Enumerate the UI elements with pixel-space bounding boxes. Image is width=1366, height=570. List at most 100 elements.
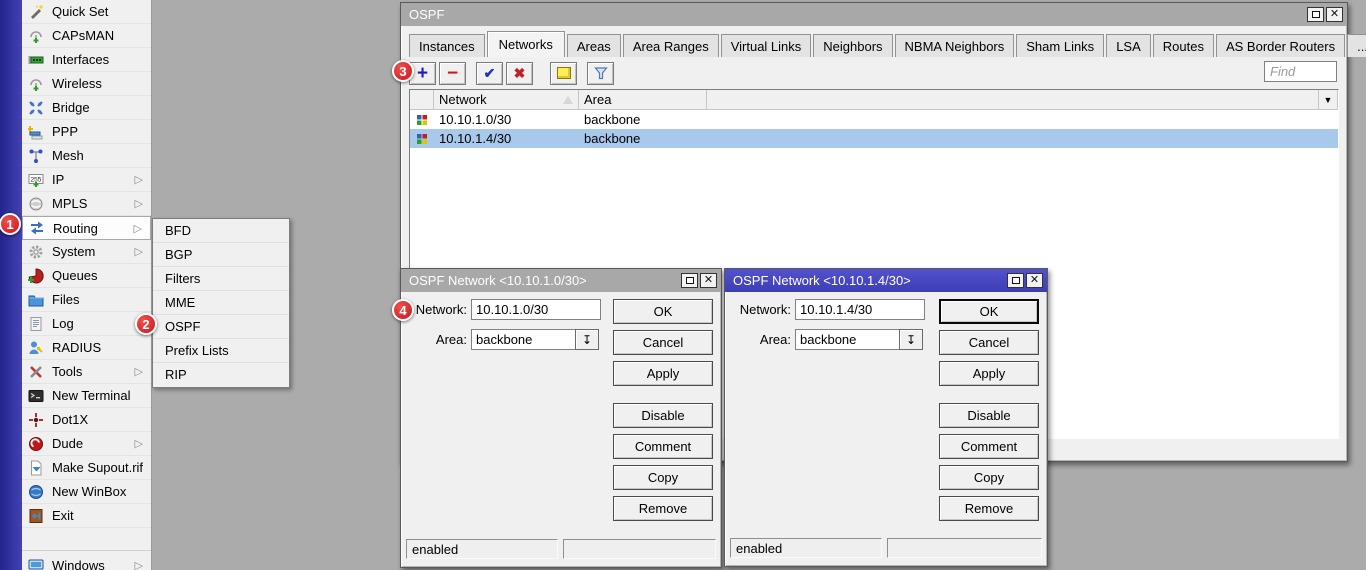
sidebar-item-label: Make Supout.rif: [52, 460, 143, 475]
submenu-item-ospf[interactable]: OSPF: [153, 315, 289, 339]
ok-button[interactable]: OK: [613, 299, 713, 324]
apply-button[interactable]: Apply: [613, 361, 713, 386]
tab-lsa[interactable]: LSA: [1106, 34, 1151, 57]
tab-sham-links[interactable]: Sham Links: [1016, 34, 1104, 57]
disable-button[interactable]: Disable: [939, 403, 1039, 428]
area-dropdown-button[interactable]: ↧: [575, 329, 599, 350]
remove-button[interactable]: Remove: [939, 496, 1039, 521]
network-field[interactable]: [471, 299, 601, 320]
sidebar-item-ppp[interactable]: PPP: [22, 120, 151, 144]
cell-area: backbone: [579, 131, 707, 146]
column-options-dropdown[interactable]: ▼: [1318, 90, 1338, 109]
tab-more[interactable]: ...: [1347, 34, 1366, 57]
apply-button[interactable]: Apply: [939, 361, 1039, 386]
comment-button[interactable]: [550, 62, 577, 85]
ospf-window-titlebar[interactable]: OSPF ✕: [401, 3, 1347, 26]
sidebar-item-dot1x[interactable]: Dot1X: [22, 408, 151, 432]
sidebar-item-exit[interactable]: Exit: [22, 504, 151, 528]
area-field[interactable]: [471, 329, 575, 350]
dialog-titlebar[interactable]: OSPF Network <10.10.1.4/30> ✕: [725, 269, 1047, 292]
filter-button[interactable]: [587, 62, 614, 85]
tab-nbma-neighbors[interactable]: NBMA Neighbors: [895, 34, 1015, 57]
networks-list-header: Network Area ▼: [410, 90, 1338, 110]
sidebar-item-ip[interactable]: 255 IP ▷: [22, 168, 151, 192]
sidebar-item-tools[interactable]: Tools ▷: [22, 360, 151, 384]
submenu-item-filters[interactable]: Filters: [153, 267, 289, 291]
table-row[interactable]: 10.10.1.0/30 backbone: [410, 110, 1338, 129]
copy-button[interactable]: Copy: [613, 465, 713, 490]
tab-routes[interactable]: Routes: [1153, 34, 1214, 57]
terminal-icon: [28, 388, 44, 404]
dialog-titlebar[interactable]: OSPF Network <10.10.1.0/30> ✕: [401, 269, 721, 292]
tab-area-ranges[interactable]: Area Ranges: [623, 34, 719, 57]
sidebar-item-system[interactable]: System ▷: [22, 240, 151, 264]
tab-neighbors[interactable]: Neighbors: [813, 34, 892, 57]
sidebar-item-radius[interactable]: RADIUS: [22, 336, 151, 360]
sidebar-item-new-terminal[interactable]: New Terminal: [22, 384, 151, 408]
close-button[interactable]: ✕: [700, 273, 717, 288]
windows-icon: [28, 557, 44, 570]
submenu-item-rip[interactable]: RIP: [153, 363, 289, 387]
sidebar-item-dude[interactable]: Dude ▷: [22, 432, 151, 456]
sidebar-item-quick-set[interactable]: Quick Set: [22, 0, 151, 24]
sidebar-item-wireless[interactable]: Wireless: [22, 72, 151, 96]
sidebar-item-make-supout[interactable]: Make Supout.rif: [22, 456, 151, 480]
close-button[interactable]: ✕: [1326, 7, 1343, 22]
maximize-button[interactable]: [1007, 273, 1024, 288]
sidebar-item-label: Dude: [52, 436, 83, 451]
sidebar-item-windows[interactable]: Windows ▷: [22, 553, 151, 570]
cancel-button[interactable]: Cancel: [613, 330, 713, 355]
copy-button[interactable]: Copy: [939, 465, 1039, 490]
routing-submenu: BFD BGP Filters MME OSPF Prefix Lists RI…: [152, 218, 290, 388]
maximize-button[interactable]: [1307, 7, 1324, 22]
submenu-item-bfd[interactable]: BFD: [153, 219, 289, 243]
sidebar-item-label: New Terminal: [52, 388, 131, 403]
comment-button[interactable]: Comment: [939, 434, 1039, 459]
submenu-item-prefix-lists[interactable]: Prefix Lists: [153, 339, 289, 363]
ok-button[interactable]: OK: [939, 299, 1039, 324]
header-network-column[interactable]: Network: [434, 90, 579, 109]
close-icon: ✕: [1330, 9, 1339, 20]
dropdown-arrow-icon: ↧: [582, 333, 592, 347]
sidebar-item-capsman[interactable]: CAPsMAN: [22, 24, 151, 48]
find-input[interactable]: [1264, 61, 1337, 82]
sidebar-item-log[interactable]: Log: [22, 312, 151, 336]
tab-networks[interactable]: Networks: [487, 31, 565, 57]
remove-button[interactable]: −: [439, 62, 466, 85]
area-field[interactable]: [795, 329, 899, 350]
enable-button[interactable]: ✔: [476, 62, 503, 85]
disable-button[interactable]: Disable: [613, 403, 713, 428]
cancel-button[interactable]: Cancel: [939, 330, 1039, 355]
sidebar-item-label: System: [52, 244, 95, 259]
mesh-icon: [28, 148, 44, 164]
maximize-button[interactable]: [681, 273, 698, 288]
sidebar-item-bridge[interactable]: Bridge: [22, 96, 151, 120]
comment-button[interactable]: Comment: [613, 434, 713, 459]
sidebar-item-queues[interactable]: Queues: [22, 264, 151, 288]
table-row-selected[interactable]: 10.10.1.4/30 backbone: [410, 129, 1338, 148]
sidebar-item-routing[interactable]: Routing ▷: [22, 216, 151, 240]
submenu-item-bgp[interactable]: BGP: [153, 243, 289, 267]
tab-as-border-routers[interactable]: AS Border Routers: [1216, 34, 1345, 57]
header-area-column[interactable]: Area: [579, 90, 707, 109]
sidebar-item-interfaces[interactable]: Interfaces: [22, 48, 151, 72]
remove-button[interactable]: Remove: [613, 496, 713, 521]
annotation-step-4: 4: [392, 299, 414, 321]
network-field[interactable]: [795, 299, 925, 320]
maximize-icon: [1012, 277, 1020, 284]
area-dropdown-button[interactable]: ↧: [899, 329, 923, 350]
tab-areas[interactable]: Areas: [567, 34, 621, 57]
sidebar-item-mpls[interactable]: MPLS ▷: [22, 192, 151, 216]
sidebar-item-label: Log: [52, 316, 74, 331]
status-badge: enabled: [730, 538, 882, 558]
close-button[interactable]: ✕: [1026, 273, 1043, 288]
sidebar-item-new-winbox[interactable]: New WinBox: [22, 480, 151, 504]
disable-button[interactable]: ✖: [506, 62, 533, 85]
sidebar-item-mesh[interactable]: Mesh: [22, 144, 151, 168]
submenu-item-mme[interactable]: MME: [153, 291, 289, 315]
tab-instances[interactable]: Instances: [409, 34, 485, 57]
dude-icon: [28, 436, 44, 452]
bridge-icon: [28, 100, 44, 116]
sidebar-item-files[interactable]: Files: [22, 288, 151, 312]
tab-virtual-links[interactable]: Virtual Links: [721, 34, 812, 57]
